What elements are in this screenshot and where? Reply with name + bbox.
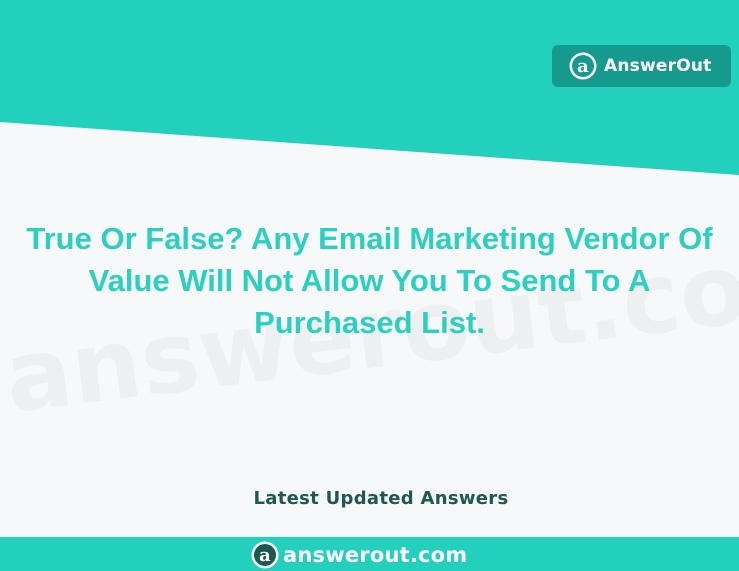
footer-brand[interactable]: a answerout.com [250, 540, 467, 570]
svg-text:a: a [577, 56, 589, 77]
answerout-footer-logo-icon: a [251, 541, 279, 569]
brand-name: AnswerOut [604, 56, 712, 76]
question-title: True Or False? Any Email Marketing Vendo… [26, 221, 713, 340]
svg-text:a: a [259, 545, 271, 566]
brand-badge[interactable]: a AnswerOut [552, 45, 731, 87]
answerout-logo-icon: a [569, 52, 597, 80]
footer-site-name: answerout.com [283, 543, 468, 567]
latest-updated-answers-label: Latest Updated Answers [253, 488, 509, 509]
